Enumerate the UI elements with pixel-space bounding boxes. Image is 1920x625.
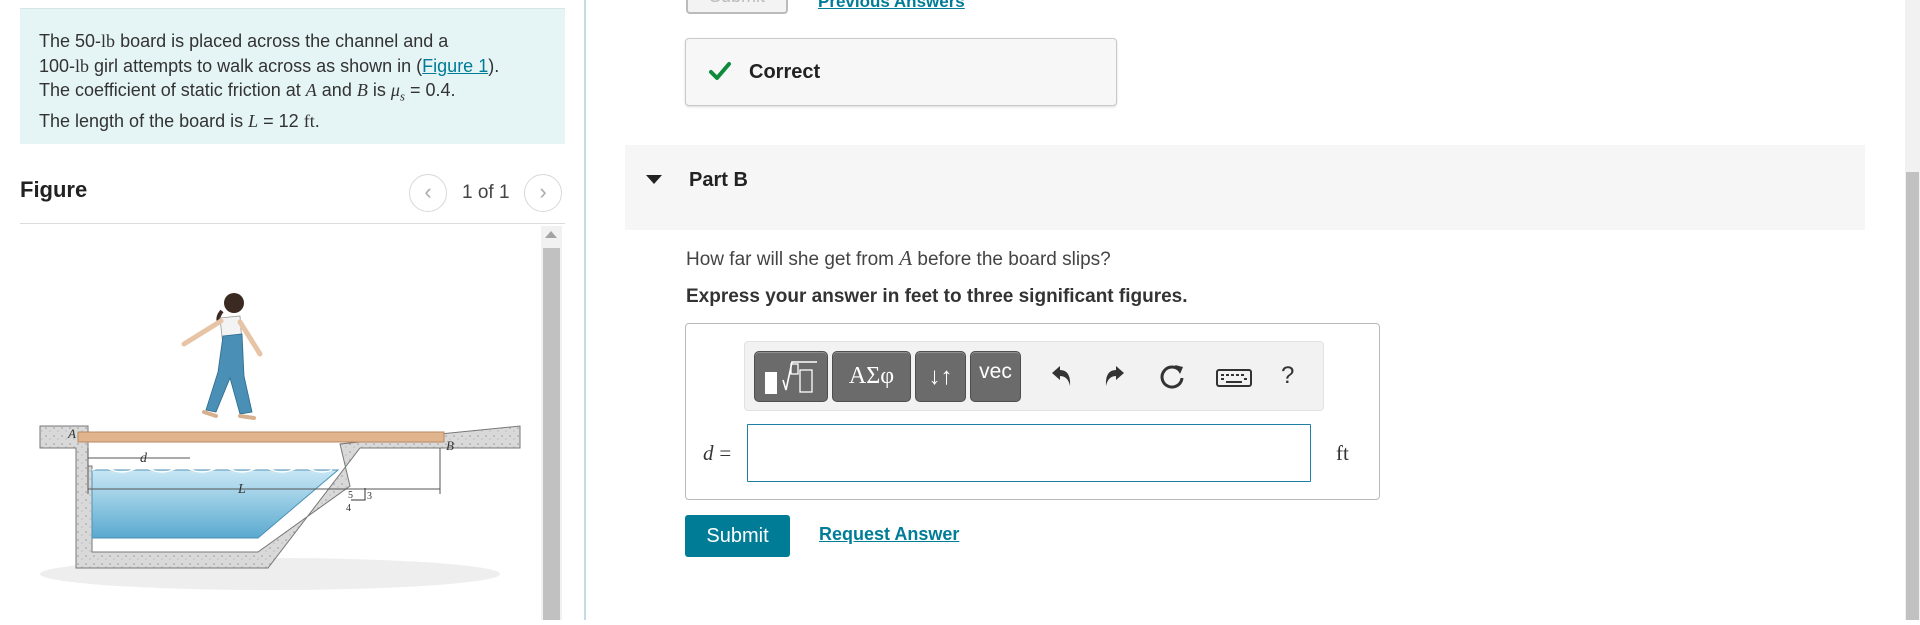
part-b-title: Part B — [689, 169, 748, 191]
chevron-left-icon: ‹ — [424, 179, 432, 204]
figure-image: d L A B 4 5 3 — [20, 226, 565, 620]
arrows-button[interactable]: ↓↑ — [915, 351, 966, 402]
figure-header: Figure ‹ 1 of 1 › — [20, 172, 565, 224]
slope-label-5: 5 — [348, 490, 353, 501]
redo-icon[interactable] — [1099, 359, 1133, 395]
answer-input[interactable] — [747, 424, 1311, 482]
problem-text: 100- — [39, 55, 76, 76]
previous-answers-link[interactable]: Previous Answers — [818, 0, 965, 12]
slope-label-4: 4 — [346, 503, 351, 514]
help-icon[interactable]: ? — [1281, 362, 1294, 390]
vector-button[interactable]: vec — [970, 351, 1021, 402]
figure-link[interactable]: Figure 1 — [422, 56, 488, 76]
problem-text: The coefficient of static friction at — [39, 80, 306, 100]
point-a-symbol: A — [305, 80, 317, 100]
problem-statement: The 50-lb board is placed across the cha… — [20, 8, 565, 144]
next-figure-button[interactable]: › — [524, 174, 562, 212]
submit-button[interactable]: Submit — [685, 515, 790, 557]
equals-sign: = — [719, 441, 732, 465]
templates-button[interactable] — [754, 351, 828, 402]
answer-instruction: Express your answer in feet to three sig… — [686, 286, 1188, 307]
problem-text: The 50- — [39, 31, 102, 51]
answer-container: ΑΣφ ↓↑ vec ? d = ft — [685, 323, 1380, 500]
point-b-symbol: B — [356, 80, 368, 100]
undo-icon[interactable] — [1043, 359, 1077, 395]
page-scrollbar[interactable] — [1905, 0, 1920, 620]
problem-line-3: The coefficient of static friction at A … — [39, 78, 545, 109]
checkmark-icon — [709, 62, 731, 80]
problem-text: girl attempts to walk across as shown in… — [89, 55, 423, 76]
question-text-part: before the board slips? — [912, 249, 1111, 270]
scrollbar-thumb[interactable] — [543, 248, 560, 620]
previous-figure-button[interactable]: ‹ — [409, 174, 447, 212]
keyboard-icon[interactable] — [1213, 359, 1255, 395]
problem-line-2: 100-lb girl attempts to walk across as s… — [39, 54, 545, 79]
figure-title: Figure — [20, 177, 88, 202]
mu-symbol: μ — [390, 80, 400, 100]
girl-figure — [181, 293, 263, 420]
problem-text: is — [367, 80, 391, 100]
templates-icon — [765, 361, 817, 394]
dimension-l-label: L — [237, 482, 246, 497]
figure-pager-count: 1 of 1 — [462, 182, 510, 203]
unit-ft: ft — [303, 111, 315, 132]
variable-d-symbol: d — [703, 441, 714, 465]
channel-board-figure: d L A B 4 5 3 — [39, 293, 521, 590]
problem-text: . — [314, 111, 320, 132]
caret-down-icon[interactable] — [646, 175, 662, 184]
length-symbol: L — [248, 111, 259, 132]
request-answer-link[interactable]: Request Answer — [819, 524, 959, 545]
problem-text: and — [316, 80, 357, 100]
correct-status-text: Correct — [749, 61, 821, 83]
math-toolbar: ΑΣφ ↓↑ vec ? — [744, 341, 1324, 411]
problem-text: = 12 — [258, 111, 304, 132]
point-a-symbol: A — [899, 246, 913, 270]
problem-text: The length of the board is — [39, 111, 249, 132]
dimension-d-label: d — [140, 451, 148, 466]
figure-scrollbar[interactable] — [541, 226, 562, 620]
variable-label: d = — [703, 441, 731, 466]
slope-label-3: 3 — [367, 491, 372, 502]
left-panel: The 50-lb board is placed across the cha… — [0, 0, 585, 620]
greek-symbols-button[interactable]: ΑΣφ — [832, 351, 911, 402]
problem-text: = 0.4. — [404, 80, 456, 100]
question-text: How far will she get from A before the b… — [686, 246, 1111, 271]
scroll-up-arrow-icon[interactable] — [545, 231, 557, 238]
chevron-right-icon: › — [539, 179, 547, 204]
problem-line-1: The 50-lb board is placed across the cha… — [39, 29, 545, 54]
reset-icon[interactable] — [1155, 359, 1189, 395]
unit-label: ft — [1336, 441, 1349, 465]
problem-text: ). — [488, 55, 500, 76]
unit-lb: lb — [101, 31, 116, 51]
page-scrollbar-thumb[interactable] — [1906, 172, 1919, 620]
part-b-header[interactable]: Part B — [625, 145, 1865, 230]
point-a-label: A — [67, 426, 76, 441]
problem-line-4: The length of the board is L = 12 ft. — [39, 109, 545, 134]
correct-feedback: Correct — [685, 38, 1117, 106]
previous-submit-button[interactable]: Submit — [686, 0, 788, 14]
problem-text: board is placed across the channel and a — [115, 31, 449, 51]
point-b-label: B — [446, 438, 454, 453]
panel-divider[interactable] — [584, 0, 586, 620]
unit-lb: lb — [75, 55, 90, 76]
question-text-part: How far will she get from — [686, 249, 900, 270]
